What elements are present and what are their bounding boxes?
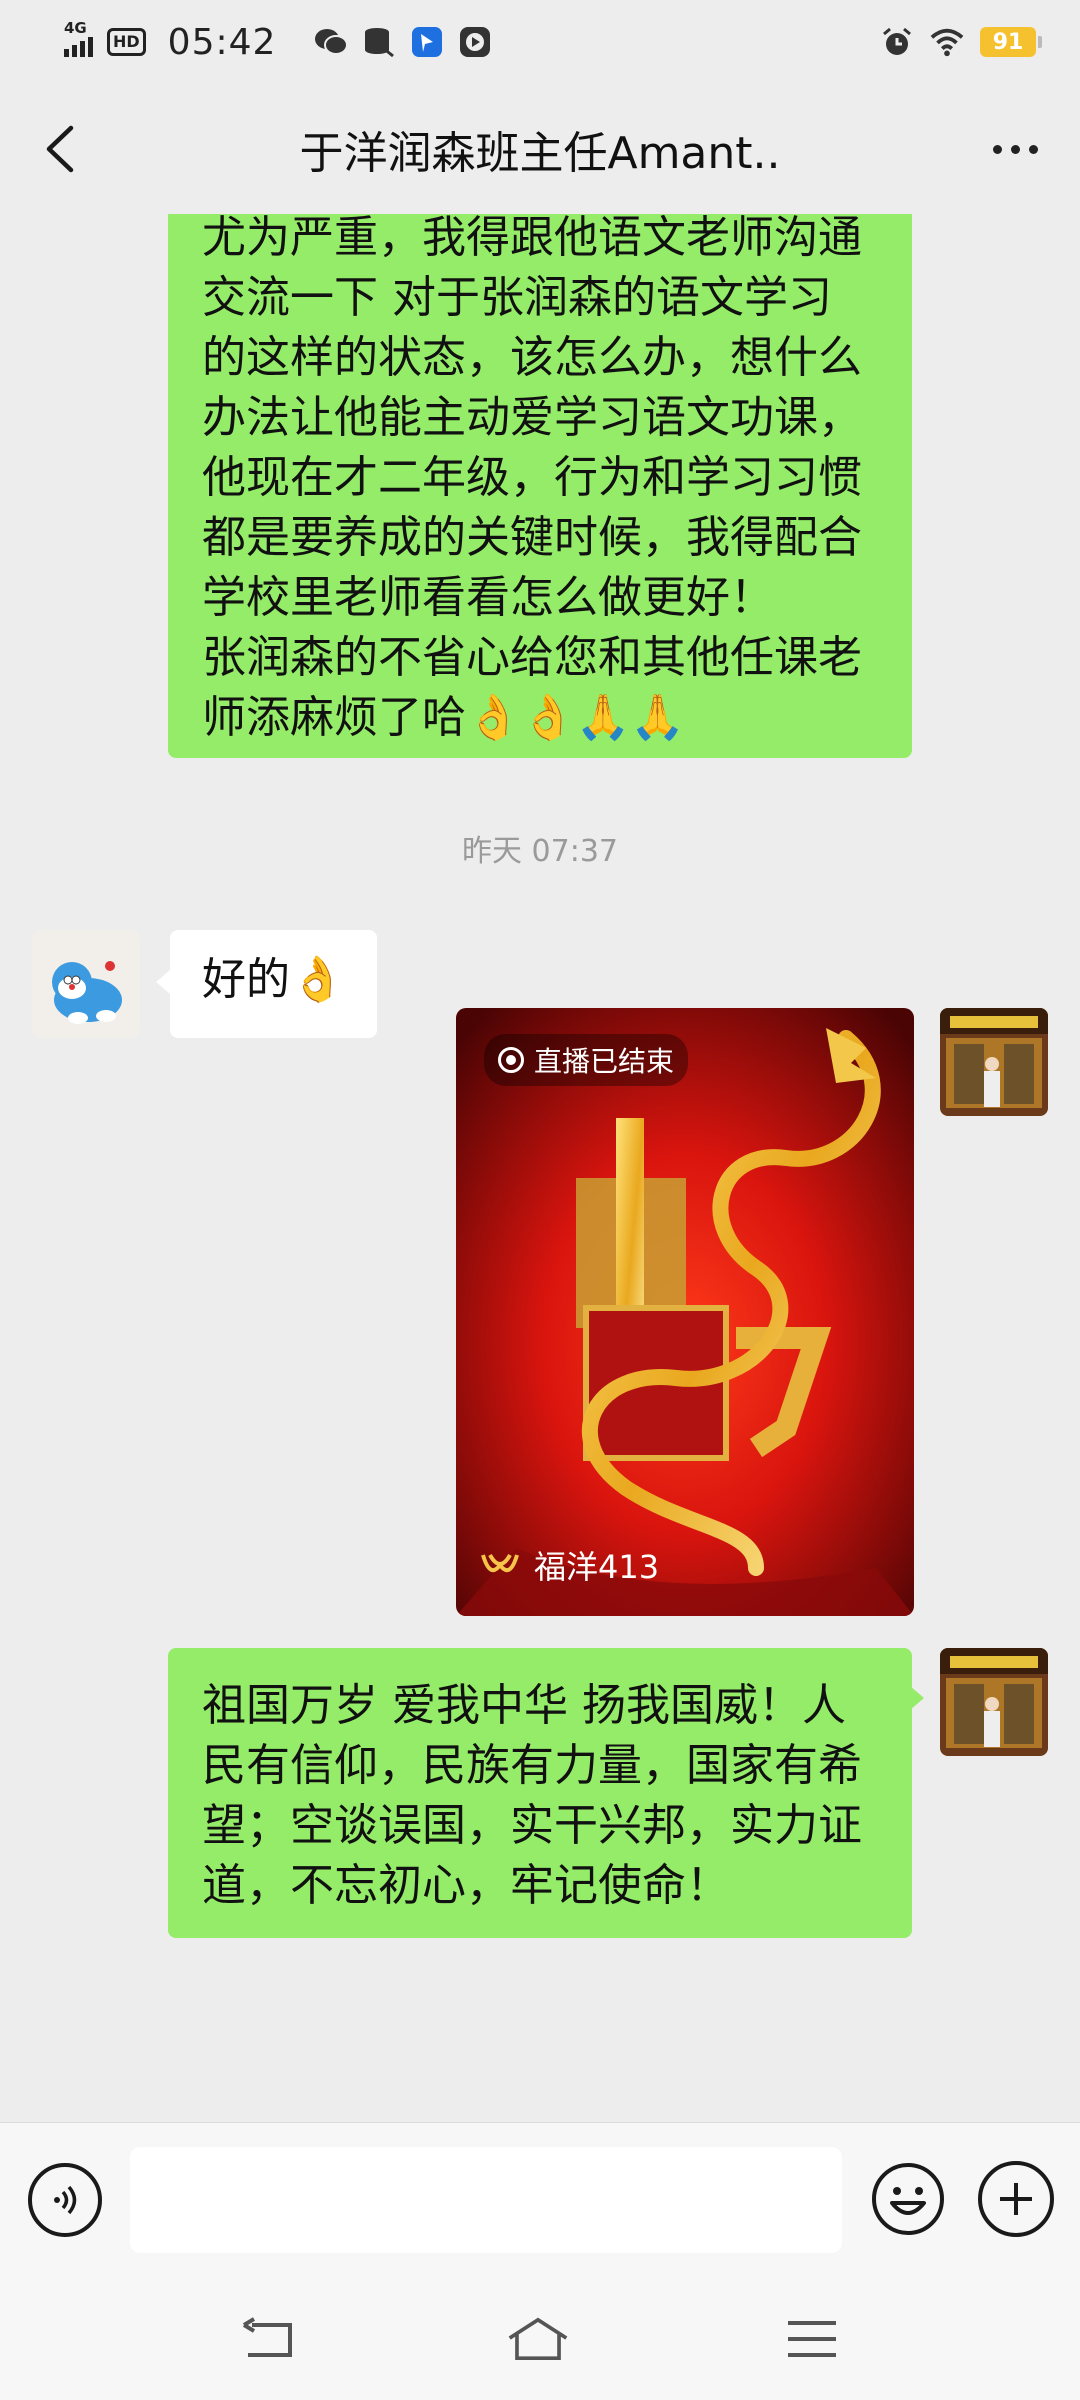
plus-icon [1000, 2183, 1032, 2215]
nav-back-button[interactable] [236, 2312, 300, 2366]
nav-menu-icon [788, 2321, 836, 2357]
status-bar: 4G HD 05:42 91 [0, 0, 1080, 84]
chat-header: 于洋润森班主任Amant.. [0, 84, 1080, 214]
network-type: 4G [64, 19, 87, 37]
nav-home-button[interactable] [506, 2312, 570, 2366]
back-button[interactable] [30, 119, 90, 179]
alarm-icon [880, 25, 914, 59]
chat-title: 于洋润森班主任Amant.. [299, 128, 781, 179]
my-avatar[interactable] [940, 1008, 1048, 1116]
chat-message-list[interactable]: 尤为严重，我得跟他语文老师沟通 交流一下 对于张润森的语文学习 的这样的状态，该… [0, 214, 1080, 2122]
wifi-icon [930, 25, 964, 59]
contact-avatar[interactable] [32, 930, 140, 1038]
nav-back-icon [242, 2317, 292, 2357]
emoji-icon [872, 2163, 944, 2235]
outgoing-message[interactable]: 祖国万岁 爱我中华 扬我国威！人 民有信仰，民族有力量，国家有希 望；空谈误国，… [168, 1648, 912, 1938]
incoming-message[interactable]: 好的👌 [170, 930, 377, 1038]
wechat-notification-icon [314, 25, 349, 59]
message-input-bar [0, 2122, 1080, 2276]
outgoing-message[interactable]: 尤为严重，我得跟他语文老师沟通 交流一下 对于张润森的语文学习 的这样的状态，该… [168, 214, 912, 758]
battery-indicator: 91 [980, 27, 1042, 57]
voice-input-button[interactable] [28, 2163, 102, 2237]
my-avatar[interactable] [940, 1648, 1048, 1756]
live-stream-card[interactable]: 直播已结束 福洋413 [456, 1008, 914, 1616]
message-input[interactable] [130, 2147, 842, 2253]
voice-icon [54, 2185, 77, 2215]
more-icon-dot [992, 144, 1002, 154]
more-functions-button[interactable] [978, 2161, 1054, 2237]
app-notification-icon [410, 25, 444, 59]
system-navigation-bar [0, 2276, 1080, 2400]
clock: 05:42 [167, 21, 277, 63]
channels-logo-icon [481, 1553, 519, 1573]
nav-menu-button[interactable] [780, 2312, 844, 2366]
live-channel: 福洋413 [480, 1542, 659, 1588]
live-status-badge: 直播已结束 [484, 1034, 689, 1086]
nav-home-icon [508, 2317, 568, 2361]
live-stream-cover-image [456, 1008, 914, 1616]
hd-badge: HD [107, 28, 146, 56]
media-notification-icon [458, 25, 492, 59]
emoji-button[interactable] [870, 2161, 946, 2237]
more-button[interactable] [980, 119, 1050, 179]
back-arrow-icon [46, 125, 74, 173]
live-ended-icon [498, 1047, 524, 1073]
signal-icon: 4G [64, 19, 93, 57]
message-timestamp: 昨天 07:37 [462, 834, 618, 869]
data-usage-icon [362, 25, 396, 59]
